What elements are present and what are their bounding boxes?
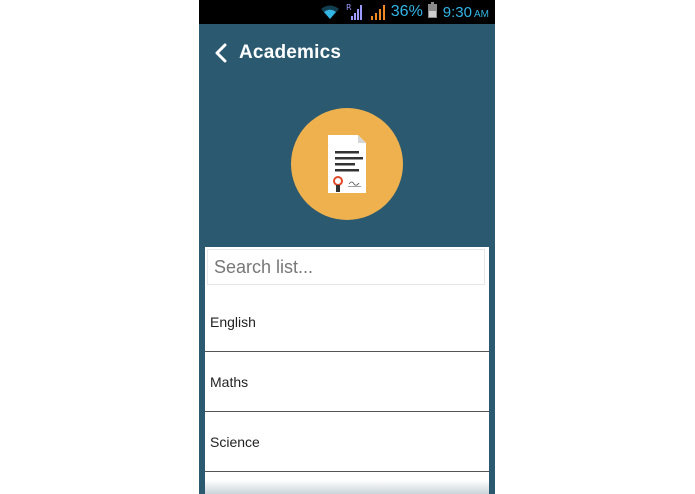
subject-list: English Maths Science — [205, 292, 489, 472]
academics-hero-badge — [291, 108, 403, 220]
list-scroll-fade — [205, 480, 489, 494]
wifi-icon — [320, 4, 340, 20]
back-button[interactable] — [203, 35, 239, 71]
clock: 9:30 AM — [443, 4, 489, 21]
phone-screen: R 36% 9:30 AM Academics Search list... E… — [199, 0, 495, 494]
app-bar: Academics — [199, 24, 495, 82]
battery-icon — [427, 1, 437, 23]
list-item-science[interactable]: Science — [205, 412, 489, 472]
search-input[interactable] — [207, 249, 485, 285]
clock-time: 9:30 — [442, 3, 472, 21]
roaming-label: R — [346, 3, 352, 12]
subject-list-panel: English Maths Science — [205, 247, 489, 494]
signal-roaming-icon: R — [346, 3, 364, 21]
battery-percent: 36% — [390, 3, 423, 20]
list-item-maths[interactable]: Maths — [205, 352, 489, 412]
status-bar: R 36% 9:30 AM — [199, 0, 495, 24]
signal-strength-icon — [370, 4, 386, 20]
list-item-english[interactable]: English — [205, 292, 489, 352]
certificate-document-icon — [328, 135, 366, 193]
chevron-left-icon — [215, 43, 227, 63]
clock-ampm: AM — [474, 8, 489, 20]
page-title: Academics — [239, 42, 342, 63]
